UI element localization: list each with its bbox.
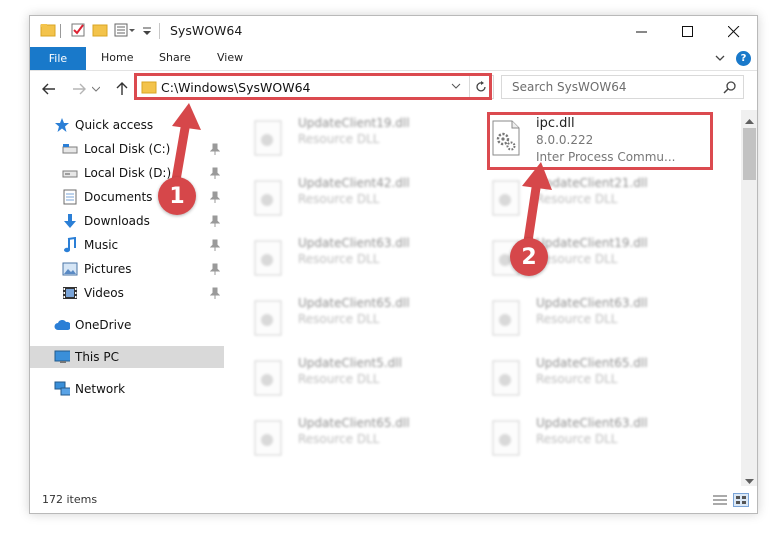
annotation-arrows — [170, 103, 552, 253]
step-2-badge: 2 — [510, 238, 548, 276]
step-1-badge: 1 — [158, 177, 196, 215]
